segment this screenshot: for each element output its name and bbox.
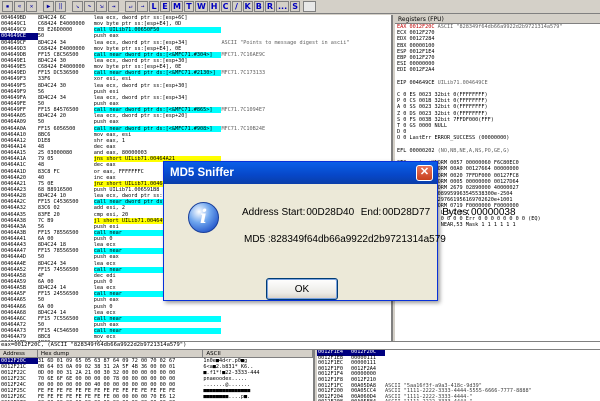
toolbar-window-button[interactable]: H [208,1,220,12]
toolbar-window-button[interactable]: C [220,1,231,12]
register-value: D 0 [397,129,407,136]
toolbar-window-button[interactable]: M [171,1,183,12]
information-icon: i [188,202,219,233]
dump-header-address: Address [0,350,38,357]
register-value: P 0 CS 001B 32bit 0(FFFFFFFF) [397,98,488,105]
register-value: EAX 0012F20C [397,24,435,30]
bytes-value: 00000038 [471,207,516,218]
step-into-icon[interactable]: ↘ [72,1,83,12]
dump-header-hex: Hex dump [38,350,204,357]
end-label: End: [360,207,382,218]
register-comment: UILib71.004649CE [437,79,488,86]
register-comment: (NO,NB,NE,A,NS,PO,GE,G) [437,147,510,154]
md5-sniffer-dialog: MD5 Sniffer ✕ i Address Start:00D28D40 E… [163,161,516,301]
dump-header-ascii: ASCII [203,350,313,357]
restart-icon[interactable]: « [14,1,25,12]
toolbar-window-button[interactable]: E [160,1,170,12]
bytes-label: Bytes: [442,207,471,218]
register-value: Z 0 DS 0023 32bit 0(FFFFFFFF) [397,110,488,117]
start-label: Address Start: [242,207,306,218]
register-comment: ASCII "828349f64db66a9922d2b9721314a579" [437,24,563,30]
register-value: EIP 004649CE [397,79,435,86]
toolbar-window-button[interactable]: R [264,1,275,12]
stack-pane[interactable]: 0012F1E4 0012F20C 0012F1E8 00000111 0012F1EC… [317,350,600,401]
toolbar-window-button[interactable]: ... [275,1,290,12]
register-value: ESP 0012F1E4 [397,48,435,55]
step-over-icon[interactable]: ↷ [84,1,95,12]
end-value: 00D28D77 [382,207,431,218]
toolbar-window-button[interactable]: T [183,1,194,12]
register-value: O 0 LastErr ERROR_SUCCESS (00000000) [397,135,510,142]
toolbar-window-button[interactable]: L [149,1,159,12]
register-value: ECX 0012F270 [397,30,435,37]
toolbar-window-button[interactable]: K [242,1,253,12]
debugger-toolbar: ▪ «✕ ▶ ‖ ↘ ↷ ⇲ ⇥ ↵ → L E M T W H C / K B R... S [0,0,600,14]
toolbar-options-button[interactable] [303,1,317,12]
toolbar-window-button[interactable]: S [290,1,301,12]
register-value: S 0 FS 003B 32bit 7FFDF000(FFF) [397,116,494,123]
register-value: EBP 0012F270 [397,54,435,61]
md5-label: MD5 : [244,234,271,245]
trace-over-icon[interactable]: ⇥ [108,1,119,12]
address-line: Address Start:00D28D40 End:00D28D77 Byte… [242,207,517,218]
memory-dump-pane[interactable]: Address Hex dump ASCII 0012F20C 31 6D 01 … [0,350,315,401]
info-line: eax=0012F20C, (ASCII "828349f64db66a9922… [0,341,600,350]
ok-button[interactable]: OK [266,278,338,300]
open-icon[interactable]: ▪ [2,1,13,12]
register-value: A 0 SS 0023 32bit 0(FFFFFFFF) [397,104,488,111]
register-value: T 0 GS 0000 NULL [397,123,447,129]
close-icon[interactable]: ✕ [26,1,37,12]
run-icon[interactable]: ▶ [43,1,54,12]
pause-icon[interactable]: ‖ [55,1,66,12]
start-value: 00D28D40 [306,207,355,218]
close-icon[interactable]: ✕ [416,165,433,181]
goto-icon[interactable]: → [137,1,148,12]
toolbar-window-button[interactable]: / [231,1,242,12]
registers-title: Registers (FPU) [395,15,600,24]
register-value: ESI 00000000 [397,61,435,68]
md5-line: MD5 :828349f64db66a9922d2b9721314a579 [244,234,446,245]
register-value: C 0 ES 0023 32bit 0(FFFFFFFF) [397,92,488,99]
register-value: EDI 0012F2A4 [397,67,435,74]
toolbar-window-button[interactable]: B [253,1,264,12]
trace-into-icon[interactable]: ⇲ [96,1,107,12]
register-value: EBX 00000100 [397,42,435,49]
toolbar-window-button[interactable]: W [194,1,208,12]
dialog-title: MD5 Sniffer [164,162,437,184]
register-value: EDX 00127284 [397,36,435,43]
register-value: EFL 00000202 [397,147,435,154]
dump-header: Address Hex dump ASCII [0,350,313,358]
md5-value: 828349f64db66a9922d2b9721314a579 [270,234,446,245]
execute-till-return-icon[interactable]: ↵ [125,1,136,12]
